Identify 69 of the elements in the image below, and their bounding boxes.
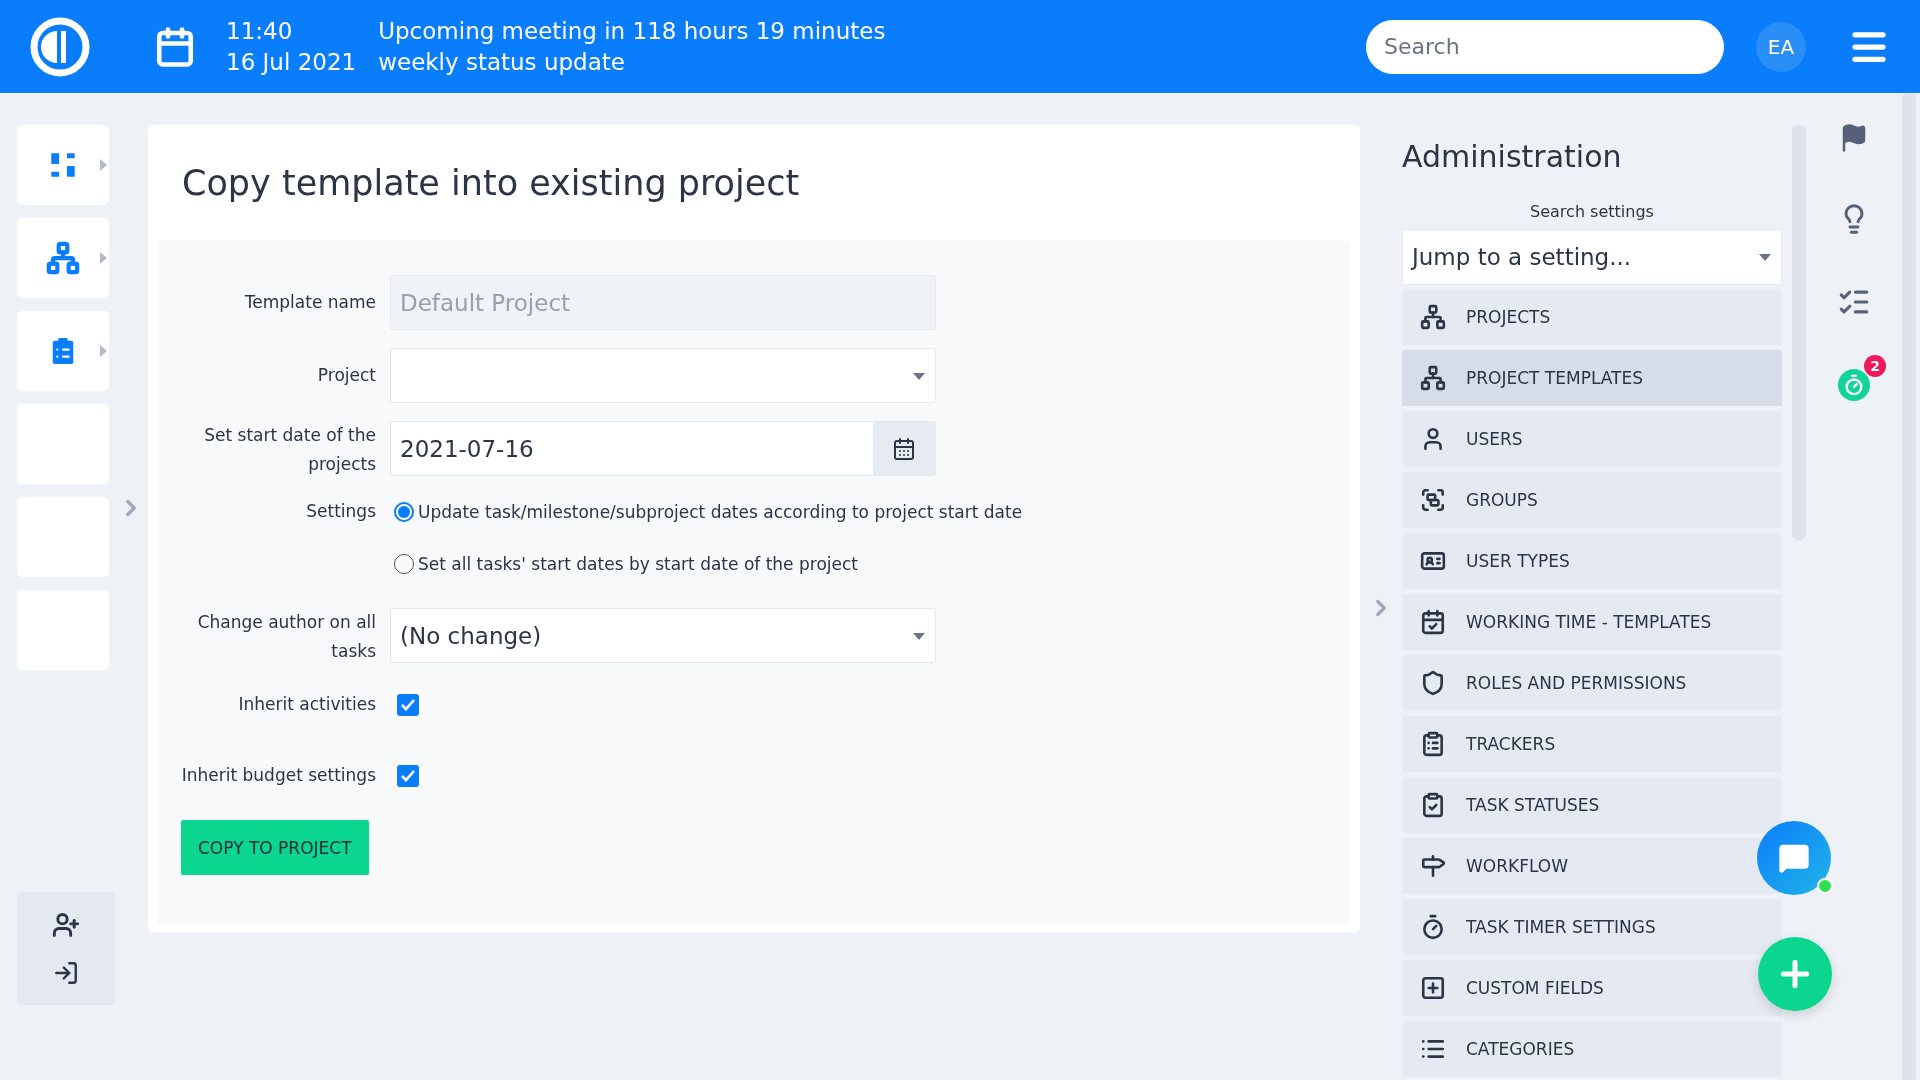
admin-menu-item[interactable]: WORKFLOW [1402,838,1782,894]
meeting-countdown[interactable]: Upcoming meeting in 118 hours 19 minutes [378,15,886,47]
menu-item-icon [1420,731,1446,757]
admin-menu-item[interactable]: PROJECTS [1402,289,1782,345]
sidebar-tile[interactable] [17,125,109,205]
field-label: Set start date of the projects [203,424,377,476]
menu-item-icon [1420,670,1446,696]
radio-button[interactable] [394,501,414,522]
admin-menu-item[interactable]: CUSTOM FIELDS [1402,960,1782,1016]
meeting-title[interactable]: weekly status update [378,46,886,78]
admin-menu-item[interactable]: TASK TIMER SETTINGS [1402,899,1782,955]
checkmark-icon [400,768,416,783]
author-select[interactable]: (No change) [390,608,936,663]
page-title: Copy template into existing project [181,162,801,205]
menu-item-icon [1420,853,1446,879]
checkbox[interactable] [397,693,419,716]
copy-to-project-button[interactable]: COPY TO PROJECT [181,820,369,875]
checkbox[interactable] [397,764,419,787]
admin-title: Administration [1402,138,1623,176]
field-label: Settings [305,500,377,523]
menu-item-icon [1420,975,1446,1001]
module-icon [46,241,80,275]
calendar-icon [892,436,916,461]
meeting-date: 16 Jul 2021 [226,47,357,77]
sidebar-tile[interactable] [17,311,109,391]
jump-to-setting-select[interactable]: Jump to a setting... [1402,229,1782,285]
dropdown-caret-icon [913,373,925,380]
caret-icon [100,345,107,357]
admin-menu-item[interactable]: TASK STATUSES [1402,777,1782,833]
calendar-icon[interactable] [154,25,196,68]
admin-menu-item[interactable]: TRACKERS [1402,716,1782,772]
timer-icon[interactable] [1838,369,1870,401]
dropdown-caret-icon [913,633,925,640]
page-scrollbar[interactable] [1902,93,1916,1080]
field-label: Change author on all tasks [196,611,377,663]
add-user-icon[interactable] [52,910,80,939]
checkmark-icon [400,697,416,712]
field-label: Project [316,364,377,387]
timer-count-badge: 2 [1864,355,1886,377]
admin-menu-item[interactable]: USERS [1402,411,1782,467]
sidebar-tile[interactable] [17,218,109,298]
admin-menu-item[interactable]: WORKING TIME - TEMPLATES [1402,594,1782,650]
field-label: Template name [243,291,377,314]
search-settings-label: Search settings [1529,202,1655,221]
menu-item-icon [1420,609,1446,635]
meeting-time: 11:40 [226,16,294,46]
field-label: Inherit budget settings [180,764,377,787]
menu-item-icon [1420,487,1446,513]
admin-menu-item[interactable]: PROJECT TEMPLATES [1402,350,1782,406]
dropdown-caret-icon [1759,254,1771,261]
search-field[interactable]: Search [1366,19,1724,74]
menu-item-icon [1420,792,1446,818]
start-date-field[interactable]: 2021-07-16 [390,421,936,476]
menu-item-icon [1420,304,1446,330]
chat-bubble-icon [1778,842,1810,874]
logo-icon[interactable] [30,16,90,77]
menu-item-icon [1420,914,1446,940]
radio-label[interactable]: Update task/milestone/subproject dates according to project start date [418,501,1023,522]
caret-icon [100,252,107,264]
menu-item-icon [1420,365,1446,391]
caret-icon [100,159,107,171]
admin-menu-item[interactable]: GROUPS [1402,472,1782,528]
admin-menu-item[interactable]: USER TYPES [1402,533,1782,589]
admin-menu-item[interactable]: CATEGORIES [1402,1021,1782,1077]
radio-label[interactable]: Set all tasks' start dates by start date of the project [418,554,858,574]
admin-menu-item[interactable]: ROLES AND PERMISSIONS [1402,655,1782,711]
date-picker-button[interactable] [873,422,935,475]
field-label: Inherit activities [237,693,377,716]
sign-in-icon[interactable] [53,960,79,987]
